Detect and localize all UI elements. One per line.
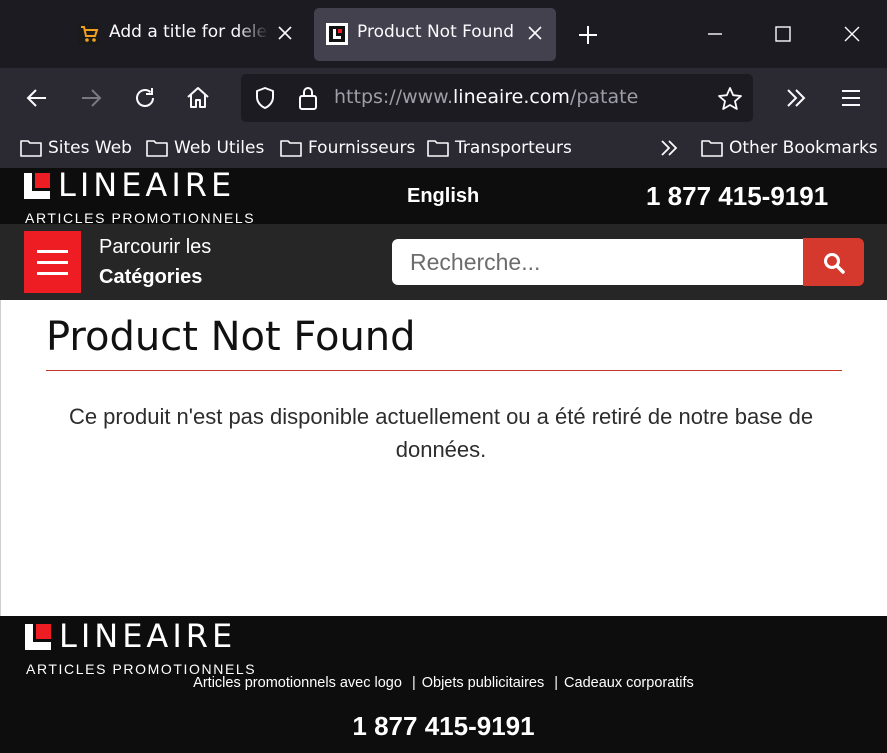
bookmarks-bar: Sites Web Web Utiles Fournisseurs Transp… (0, 128, 887, 168)
bookmark-folder[interactable]: Transporteurs (427, 136, 572, 160)
bookmarks-overflow-icon[interactable] (658, 137, 680, 159)
star-icon[interactable] (717, 86, 743, 112)
logo-wordmark: LINEAIRE (59, 617, 237, 655)
folder-icon (146, 140, 168, 157)
url-text[interactable]: https://www.lineaire.com/patate (334, 86, 638, 108)
close-tab-icon[interactable] (276, 24, 294, 42)
other-bookmarks-label: Other Bookmarks (729, 138, 878, 158)
url-host: lineaire.com (453, 86, 570, 108)
address-bar[interactable]: https://www.lineaire.com/patate (241, 74, 753, 122)
bookmark-label: Transporteurs (455, 138, 572, 158)
footer-link[interactable]: Articles promotionnels avec logo (193, 675, 402, 691)
footer-links: Articles promotionnels avec logo | Objets… (0, 675, 887, 691)
footer-link[interactable]: Cadeaux corporatifs (564, 675, 694, 691)
hamburger-bar (37, 272, 68, 275)
hamburger-bar (37, 261, 68, 264)
browser-toolbar: https://www.lineaire.com/patate (0, 68, 887, 128)
categories-menu-button[interactable] (24, 231, 81, 293)
reload-icon[interactable] (132, 85, 158, 111)
tab-inactive[interactable]: Add a title for delete (66, 8, 306, 61)
search-input[interactable] (392, 239, 804, 285)
main-content: Product Not Found Ce produit n'est pas d… (0, 300, 887, 616)
url-path: /patate (569, 86, 639, 108)
url-scheme: https://www. (334, 86, 454, 108)
bookmark-label: Web Utiles (174, 138, 265, 158)
search-icon (824, 253, 845, 274)
footer-logo[interactable]: LINEAIRE ARTICLES PROMOTIONNELS (25, 617, 255, 677)
lineaire-favicon-icon (326, 23, 348, 45)
title-divider (46, 370, 842, 371)
hamburger-bar (37, 250, 68, 253)
bookmark-folder[interactable]: Sites Web (20, 136, 132, 160)
search-button[interactable] (803, 238, 864, 286)
shield-icon[interactable] (253, 86, 277, 110)
close-window-icon[interactable] (840, 22, 864, 46)
maximize-icon[interactable] (771, 22, 795, 46)
footer-link[interactable]: Objets publicitaires (422, 675, 545, 691)
folder-icon (20, 140, 42, 157)
tab-title: Product Not Found (357, 22, 515, 42)
new-tab-plus-icon[interactable] (575, 22, 601, 48)
site-logo[interactable]: LINEAIRE ARTICLES PROMOTIONNELS (24, 166, 254, 226)
tab-title: Add a title for delete (109, 22, 269, 42)
minimize-icon[interactable] (703, 22, 727, 46)
other-bookmarks[interactable]: Other Bookmarks (701, 136, 878, 160)
cart-favicon-icon (78, 23, 100, 45)
bookmark-folder[interactable]: Web Utiles (146, 136, 264, 160)
forward-icon[interactable] (78, 85, 104, 111)
folder-icon (701, 140, 723, 157)
bookmark-label: Fournisseurs (308, 138, 416, 158)
browse-label[interactable]: Parcourir les (99, 236, 211, 259)
categories-label[interactable]: Catégories (99, 266, 202, 289)
browser-titlebar: Add a title for delete Product Not Found (0, 0, 887, 68)
language-link[interactable]: English (407, 185, 479, 208)
header-phone[interactable]: 1 877 415-9191 (646, 181, 828, 212)
folder-icon (427, 140, 449, 157)
home-icon[interactable] (185, 85, 211, 111)
folder-icon (280, 140, 302, 157)
extensions-overflow-icon[interactable] (783, 85, 809, 111)
footer-separator: | (411, 675, 416, 691)
tab-active[interactable]: Product Not Found (314, 8, 556, 61)
footer-separator: | (554, 675, 559, 691)
logo-mark-icon (25, 624, 51, 650)
logo-mark-icon (24, 173, 50, 199)
bookmark-folder[interactable]: Fournisseurs (280, 136, 415, 160)
site-footer: LINEAIRE ARTICLES PROMOTIONNELS Articles… (0, 616, 887, 753)
footer-phone[interactable]: 1 877 415-9191 (0, 711, 887, 742)
site-navbar: Parcourir les Catégories (0, 224, 887, 300)
page-title: Product Not Found (46, 314, 416, 360)
close-tab-icon[interactable] (526, 24, 544, 42)
lock-icon[interactable] (297, 85, 319, 111)
site-header: LINEAIRE ARTICLES PROMOTIONNELS English … (0, 166, 887, 226)
back-icon[interactable] (24, 85, 50, 111)
bookmark-label: Sites Web (48, 138, 132, 158)
menu-icon[interactable] (838, 85, 864, 111)
logo-wordmark: LINEAIRE (58, 166, 236, 204)
not-found-message: Ce produit n'est pas disponible actuelle… (68, 404, 814, 462)
